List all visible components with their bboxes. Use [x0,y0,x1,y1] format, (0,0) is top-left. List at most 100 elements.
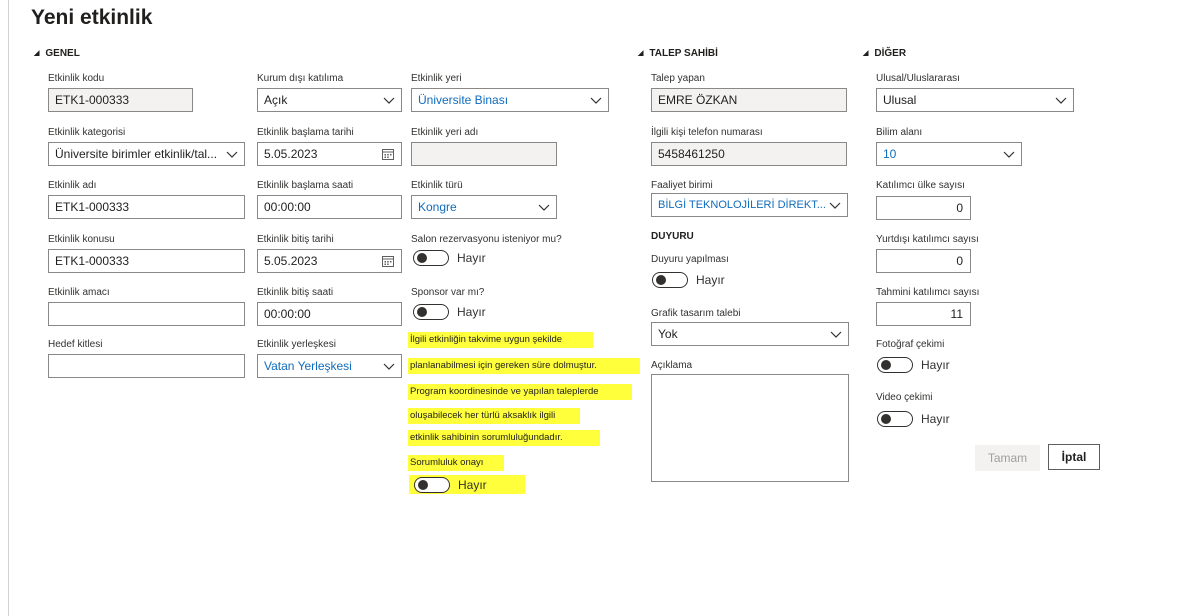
duyuru-toggle-text: Hayır [696,273,725,287]
aciklama-textarea[interactable] [651,374,849,482]
ulusal-label: Ulusal/Uluslararası [876,73,960,84]
toggle-knob [417,253,427,263]
fotograf-toggle[interactable] [877,357,913,373]
etkinlik-konusu-label: Etkinlik konusu [48,234,115,245]
baslama-saati-value: 00:00:00 [264,200,311,214]
ulke-sayisi-label: Katılımcı ülke sayısı [876,180,965,191]
toggle-knob [417,307,427,317]
ok-button[interactable]: Tamam [975,445,1040,471]
etkinlik-kodu-label: Etkinlik kodu [48,73,105,84]
baslama-saati-field[interactable]: 00:00:00 [257,195,402,219]
collapse-icon: ◢ [34,50,40,57]
etkinlik-yeri-adi-label: Etkinlik yeri adı [411,127,479,138]
etkinlik-kodu-field[interactable]: ETK1-000333 [48,88,193,112]
grafik-label: Grafik tasarım talebi [651,308,741,319]
kurum-disi-value: Açık [264,93,288,107]
yurtdisi-field[interactable]: 0 [876,249,971,273]
etkinlik-yeri-value: Üniversite Binası [418,93,509,107]
kurum-disi-label: Kurum dışı katılıma [257,73,344,84]
cancel-button[interactable]: İptal [1048,444,1100,470]
tahmini-value: 11 [950,307,963,321]
hedef-kitlesi-label: Hedef kitlesi [48,339,103,350]
collapse-icon: ◢ [638,50,644,57]
etkinlik-kategorisi-select[interactable]: Üniversite birimler etkinlik/tal... [48,142,245,166]
etkinlik-yeri-label: Etkinlik yeri [411,73,462,84]
sorumluluk-toggle-text: Hayır [458,478,487,492]
ulusal-select[interactable]: Ulusal [876,88,1074,112]
etkinlik-kategorisi-label: Etkinlik kategorisi [48,127,126,138]
panel-edge [8,0,9,616]
baslama-tarihi-value: 5.05.2023 [264,147,318,161]
etkinlik-adi-label: Etkinlik adı [48,180,97,191]
duyuru-toggle[interactable] [652,272,688,288]
bitis-saati-label: Etkinlik bitiş saati [257,287,334,298]
etkinlik-turu-label: Etkinlik türü [411,180,463,191]
ulke-sayisi-value: 0 [956,201,963,215]
etkinlik-konusu-value: ETK1-000333 [55,254,130,268]
section-diger[interactable]: ◢ DİĞER [863,48,906,59]
bitis-saati-value: 00:00:00 [264,307,311,321]
sorumluluk-onayi-label: Sorumluluk onayı [408,455,504,471]
etkinlik-turu-value: Kongre [418,200,457,214]
fotograf-toggle-text: Hayır [921,358,950,372]
yerleskesi-select[interactable]: Vatan Yerleşkesi [257,354,402,378]
yerleskesi-label: Etkinlik yerleşkesi [257,339,336,350]
talep-yapan-value: EMRE ÖZKAN [658,93,738,107]
notice-line-2: planlanabilmesi için gereken süre dolmuş… [408,358,640,374]
ulusal-value: Ulusal [883,93,917,107]
video-label: Video çekimi [876,392,933,403]
video-toggle-text: Hayır [921,412,950,426]
baslama-tarihi-label: Etkinlik başlama tarihi [257,127,354,138]
yerleskesi-value: Vatan Yerleşkesi [264,359,352,373]
talep-yapan-field[interactable]: EMRE ÖZKAN [651,88,847,112]
toggle-knob [656,275,666,285]
ulke-sayisi-field[interactable]: 0 [876,196,971,220]
faaliyet-birimi-select[interactable]: BİLGİ TEKNOLOJİLERİ DİREKT... [651,193,848,217]
bitis-tarihi-field[interactable]: 5.05.2023 [257,249,402,273]
etkinlik-adi-value: ETK1-000333 [55,200,130,214]
baslama-tarihi-field[interactable]: 5.05.2023 [257,142,402,166]
bilim-alani-select[interactable]: 10 [876,142,1022,166]
calendar-icon[interactable] [382,148,394,160]
notice-line-1: İlgili etkinliğin takvime uygun şekilde [408,332,593,348]
sponsor-toggle[interactable] [413,304,449,320]
etkinlik-turu-select[interactable]: Kongre [411,195,557,219]
tahmini-label: Tahmini katılımcı sayısı [876,287,980,298]
calendar-icon[interactable] [382,255,394,267]
hedef-kitlesi-field[interactable] [48,354,245,378]
chevron-down-icon [1003,151,1015,158]
etkinlik-adi-field[interactable]: ETK1-000333 [48,195,245,219]
chevron-down-icon [830,331,842,338]
etkinlik-kodu-value: ETK1-000333 [55,93,130,107]
chevron-down-icon [590,97,602,104]
bitis-tarihi-value: 5.05.2023 [264,254,318,268]
faaliyet-birimi-value: BİLGİ TEKNOLOJİLERİ DİREKT... [658,199,826,211]
etkinlik-yeri-select[interactable]: Üniversite Binası [411,88,609,112]
etkinlik-amaci-field[interactable] [48,302,245,326]
toggle-knob [881,414,891,424]
chevron-down-icon [226,151,238,158]
etkinlik-yeri-adi-field[interactable] [411,142,557,166]
etkinlik-konusu-field[interactable]: ETK1-000333 [48,249,245,273]
chevron-down-icon [1055,97,1067,104]
sorumluluk-toggle[interactable] [414,477,450,493]
aciklama-label: Açıklama [651,360,693,371]
grafik-value: Yok [658,327,678,341]
video-toggle[interactable] [877,411,913,427]
salon-toggle-text: Hayır [457,251,486,265]
telefon-field[interactable]: 5458461250 [651,142,847,166]
tahmini-field[interactable]: 11 [876,302,971,326]
bitis-saati-field[interactable]: 00:00:00 [257,302,402,326]
salon-toggle[interactable] [413,250,449,266]
baslama-saati-label: Etkinlik başlama saati [257,180,354,191]
etkinlik-amaci-label: Etkinlik amacı [48,287,110,298]
kurum-disi-select[interactable]: Açık [257,88,402,112]
grafik-select[interactable]: Yok [651,322,849,346]
section-genel[interactable]: ◢ GENEL [34,48,80,59]
section-talep-sahibi[interactable]: ◢ TALEP SAHİBİ [638,48,718,59]
notice-line-3: Program koordinesinde ve yapılan taleple… [408,384,632,400]
section-talep-sahibi-label: TALEP SAHİBİ [649,48,718,59]
toggle-knob [881,360,891,370]
notice-line-4: oluşabilecek her türlü aksaklık ilgili [408,408,580,424]
etkinlik-kategorisi-value: Üniversite birimler etkinlik/tal... [55,147,218,161]
